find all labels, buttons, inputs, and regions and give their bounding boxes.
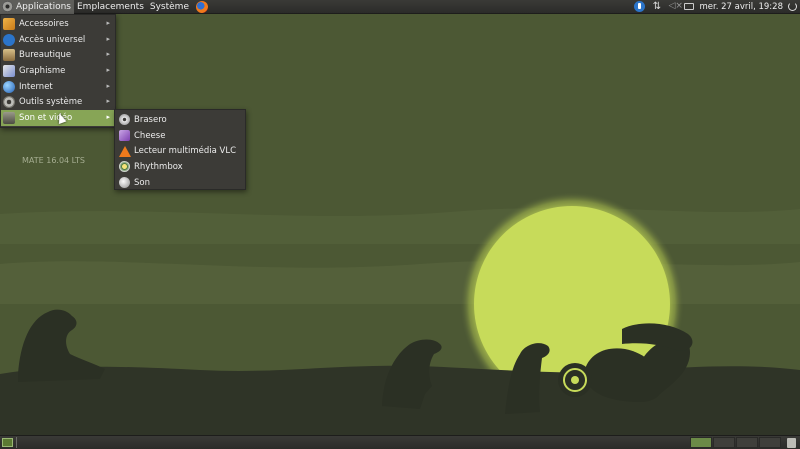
- chevron-right-icon: ▸: [106, 66, 110, 75]
- menu-item-graphisme[interactable]: Graphisme ▸: [1, 63, 115, 79]
- submenu-item-brasero[interactable]: Brasero: [115, 112, 245, 128]
- menu-item-label: Graphisme: [19, 65, 66, 76]
- menu-item-bureautique[interactable]: Bureautique ▸: [1, 47, 115, 63]
- submenu-item-vlc[interactable]: Lecteur multimédia VLC: [115, 143, 245, 159]
- chevron-right-icon: ▸: [106, 81, 110, 90]
- submenu-item-rhythmbox[interactable]: Rhythmbox: [115, 159, 245, 175]
- chevron-right-icon: ▸: [106, 113, 110, 122]
- menu-item-accessoires[interactable]: Accessoires ▸: [1, 16, 115, 32]
- submenu-item-label: Rhythmbox: [134, 161, 183, 172]
- system-menu[interactable]: Système: [147, 0, 192, 14]
- submenu-item-cheese[interactable]: Cheese: [115, 128, 245, 144]
- universal-access-icon: [3, 33, 15, 46]
- submenu-item-label: Lecteur multimédia VLC: [134, 146, 237, 157]
- menu-item-label: Bureautique: [19, 50, 72, 61]
- bottom-panel: [0, 435, 800, 449]
- brasero-icon: [119, 114, 130, 126]
- show-desktop-button[interactable]: [2, 438, 13, 447]
- desktop-wallpaper: MATE 16.04 LTS: [0, 14, 800, 435]
- chevron-right-icon: ▸: [106, 34, 110, 43]
- places-menu[interactable]: Emplacements: [74, 0, 147, 14]
- chevron-right-icon: ▸: [106, 97, 110, 106]
- workspace-1[interactable]: [690, 437, 712, 448]
- submenu-item-label: Brasero: [134, 114, 167, 125]
- cheese-icon: [119, 130, 130, 142]
- system-tray: ⇅ ◁× mer. 27 avril, 19:28: [631, 0, 800, 14]
- applications-menu-label: Applications: [16, 1, 71, 12]
- graphics-icon: [3, 64, 15, 77]
- firefox-launcher-icon[interactable]: [196, 0, 208, 13]
- sound-icon: [119, 177, 130, 189]
- applications-dropdown: Accessoires ▸ Accès universel ▸ Bureauti…: [0, 14, 116, 128]
- wallpaper-art: [0, 14, 800, 435]
- battery-icon[interactable]: [684, 3, 695, 10]
- accessories-icon: [3, 17, 15, 30]
- son-et-video-submenu: Brasero Cheese Lecteur multimédia VLC Rh…: [114, 109, 246, 190]
- office-icon: [3, 49, 15, 62]
- submenu-item-label: Cheese: [134, 130, 166, 141]
- workspace-3[interactable]: [736, 437, 758, 448]
- menu-item-internet[interactable]: Internet ▸: [1, 79, 115, 95]
- menu-item-label: Outils système: [19, 97, 83, 108]
- submenu-item-label: Son: [134, 177, 150, 188]
- top-panel: Applications Emplacements Système ⇅ ◁× m…: [0, 0, 800, 14]
- menu-item-acces-universel[interactable]: Accès universel ▸: [1, 32, 115, 48]
- sound-video-icon: [3, 111, 15, 124]
- chevron-right-icon: ▸: [106, 50, 110, 59]
- applications-menu[interactable]: Applications: [0, 0, 74, 14]
- menu-item-outils-systeme[interactable]: Outils système ▸: [1, 94, 115, 110]
- workspace-4[interactable]: [759, 437, 781, 448]
- power-icon[interactable]: [788, 2, 797, 11]
- internet-icon: [3, 80, 15, 93]
- accessibility-icon[interactable]: [634, 1, 646, 12]
- trash-icon[interactable]: [787, 438, 796, 448]
- desktop-label: MATE 16.04 LTS: [22, 156, 86, 165]
- volume-icon[interactable]: ◁×: [668, 1, 682, 12]
- mate-logo-icon: [2, 1, 13, 12]
- rhythmbox-icon: [119, 161, 130, 173]
- workspace-2[interactable]: [713, 437, 735, 448]
- menu-item-label: Accès universel: [19, 34, 86, 45]
- network-icon[interactable]: ⇅: [651, 1, 662, 12]
- menu-item-label: Accessoires: [19, 18, 69, 29]
- chevron-right-icon: ▸: [106, 19, 110, 27]
- system-tools-icon: [3, 96, 15, 109]
- vlc-icon: [119, 145, 131, 157]
- panel-menus: Applications Emplacements Système: [0, 0, 208, 14]
- clock[interactable]: mer. 27 avril, 19:28: [699, 2, 783, 12]
- panel-divider: [16, 437, 17, 448]
- menu-item-label: Internet: [19, 81, 53, 92]
- submenu-item-son[interactable]: Son: [115, 175, 245, 191]
